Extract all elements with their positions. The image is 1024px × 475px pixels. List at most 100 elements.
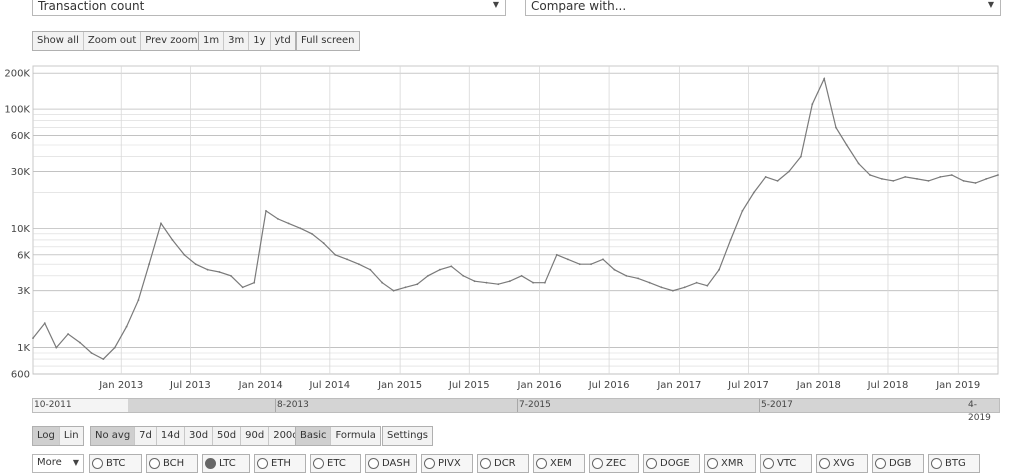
- coin-button-pivx[interactable]: PIVX: [421, 454, 473, 473]
- data-point: [416, 283, 419, 286]
- radio-icon: [646, 458, 657, 469]
- data-point: [602, 258, 604, 261]
- avg-90d-button[interactable]: 90d: [241, 427, 270, 445]
- coin-button-doge[interactable]: DOGE: [643, 454, 700, 473]
- coin-button-eth[interactable]: ETH: [254, 454, 306, 473]
- data-point: [171, 239, 174, 241]
- y-tick-label: 1K: [17, 343, 30, 354]
- zoom-button-group: Show all Zoom out Prev zoom: [32, 31, 203, 51]
- data-point: [729, 239, 732, 241]
- coin-label: DOGE: [660, 458, 690, 469]
- settings-button[interactable]: Settings: [383, 427, 432, 445]
- data-point: [869, 174, 871, 176]
- data-point: [67, 333, 69, 335]
- y-axis-ticks: 600 1K 3K 6K 10K 30K 60K 100K 200K: [4, 69, 30, 381]
- coin-button-vtc[interactable]: VTC: [760, 454, 812, 473]
- no-avg-button[interactable]: No avg: [91, 427, 136, 445]
- avg-14d-button[interactable]: 14d: [157, 427, 185, 445]
- formula-mode-button[interactable]: Formula: [331, 427, 379, 445]
- coin-label: LTC: [219, 458, 236, 469]
- data-point: [997, 174, 999, 176]
- log-scale-button[interactable]: Log: [33, 427, 60, 445]
- coin-button-btg[interactable]: BTG: [928, 454, 980, 473]
- data-point: [706, 284, 709, 287]
- lin-scale-button[interactable]: Lin: [60, 427, 83, 445]
- coin-label: XVG: [833, 458, 855, 469]
- coin-button-ltc[interactable]: LTC: [202, 454, 250, 473]
- data-point: [230, 274, 232, 277]
- fullscreen-button[interactable]: Full screen: [297, 32, 359, 50]
- data-point: [346, 258, 348, 261]
- coin-button-etc[interactable]: ETC: [310, 454, 361, 473]
- data-point: [753, 191, 755, 194]
- coin-button-xmr[interactable]: XMR: [704, 454, 756, 473]
- coin-button-dash[interactable]: DASH: [365, 454, 417, 473]
- coin-button-zec[interactable]: ZEC: [589, 454, 639, 473]
- metric-select[interactable]: Transaction count ▼: [32, 0, 506, 16]
- avg-30d-button[interactable]: 30d: [185, 427, 214, 445]
- y-tick-label: 30K: [11, 167, 31, 178]
- metric-select-value: Transaction count: [38, 0, 145, 13]
- data-point: [404, 286, 407, 289]
- data-point: [544, 281, 546, 284]
- coin-button-bch[interactable]: BCH: [146, 454, 198, 473]
- coin-label: ETH: [271, 458, 291, 469]
- data-point: [183, 253, 186, 256]
- range-1m-button[interactable]: 1m: [199, 32, 225, 50]
- prev-zoom-button[interactable]: Prev zoom: [141, 32, 201, 50]
- data-point: [637, 277, 639, 280]
- show-all-button[interactable]: Show all: [33, 32, 84, 50]
- x-tick-label: Jan 2013: [98, 380, 143, 391]
- data-point: [439, 268, 441, 271]
- x-tick-label: Jan 2015: [377, 380, 422, 391]
- y-tick-label: 60K: [11, 131, 31, 142]
- y-tick-label: 200K: [4, 69, 30, 80]
- data-point: [392, 289, 395, 292]
- x-tick-label: Jan 2018: [796, 380, 841, 391]
- transaction-count-chart[interactable]: 600 1K 3K 6K 10K 30K 60K 100K 200K Jan 2013 Jul 2…: [0, 58, 1024, 398]
- compare-select[interactable]: Compare with... ▼: [525, 0, 1001, 16]
- data-point: [218, 271, 221, 273]
- data-point: [985, 178, 988, 180]
- coin-button-xvg[interactable]: XVG: [816, 454, 868, 473]
- range-3m-button[interactable]: 3m: [224, 32, 250, 50]
- coin-label: DCR: [494, 458, 516, 469]
- coin-button-btc[interactable]: BTC: [89, 454, 142, 473]
- compare-select-value: Compare with...: [531, 0, 627, 13]
- avg-7d-button[interactable]: 7d: [135, 427, 157, 445]
- navigator-bar[interactable]: 10-2011 8-2013 7-2015 5-2017 4-2019: [32, 398, 1000, 423]
- data-point: [137, 299, 140, 301]
- y-tick-label: 3K: [17, 286, 30, 297]
- range-button-group: 1m 3m 1y ytd: [198, 31, 296, 51]
- zoom-out-button[interactable]: Zoom out: [84, 32, 142, 50]
- y-tick-label: 100K: [4, 105, 30, 116]
- avg-50d-button[interactable]: 50d: [213, 427, 242, 445]
- navigator-label: 5-2017: [759, 399, 793, 412]
- data-point: [265, 210, 267, 212]
- coin-label: ZEC: [606, 458, 627, 469]
- coin-label: XEM: [550, 458, 572, 469]
- data-point: [741, 210, 744, 212]
- coin-button-dcr[interactable]: DCR: [477, 454, 529, 473]
- data-point: [43, 322, 46, 325]
- y-tick-label: 10K: [11, 224, 31, 235]
- data-point: [427, 274, 429, 277]
- radio-icon: [592, 458, 603, 469]
- coin-button-xem[interactable]: XEM: [533, 454, 585, 473]
- data-point: [823, 77, 826, 80]
- x-tick-label: Jul 2013: [169, 380, 211, 391]
- data-point: [625, 274, 628, 277]
- basic-mode-button[interactable]: Basic: [296, 427, 332, 445]
- coin-button-dgb[interactable]: DGB: [872, 454, 924, 473]
- data-point: [648, 281, 651, 284]
- more-select[interactable]: More ▼: [32, 454, 84, 473]
- radio-icon: [313, 458, 324, 469]
- coin-label: XMR: [721, 458, 744, 469]
- data-point: [148, 263, 151, 266]
- range-ytd-button[interactable]: ytd: [271, 32, 295, 50]
- data-point: [32, 337, 34, 339]
- data-point: [497, 283, 500, 286]
- data-point: [566, 258, 569, 261]
- range-1y-button[interactable]: 1y: [249, 32, 271, 50]
- data-point: [927, 180, 930, 182]
